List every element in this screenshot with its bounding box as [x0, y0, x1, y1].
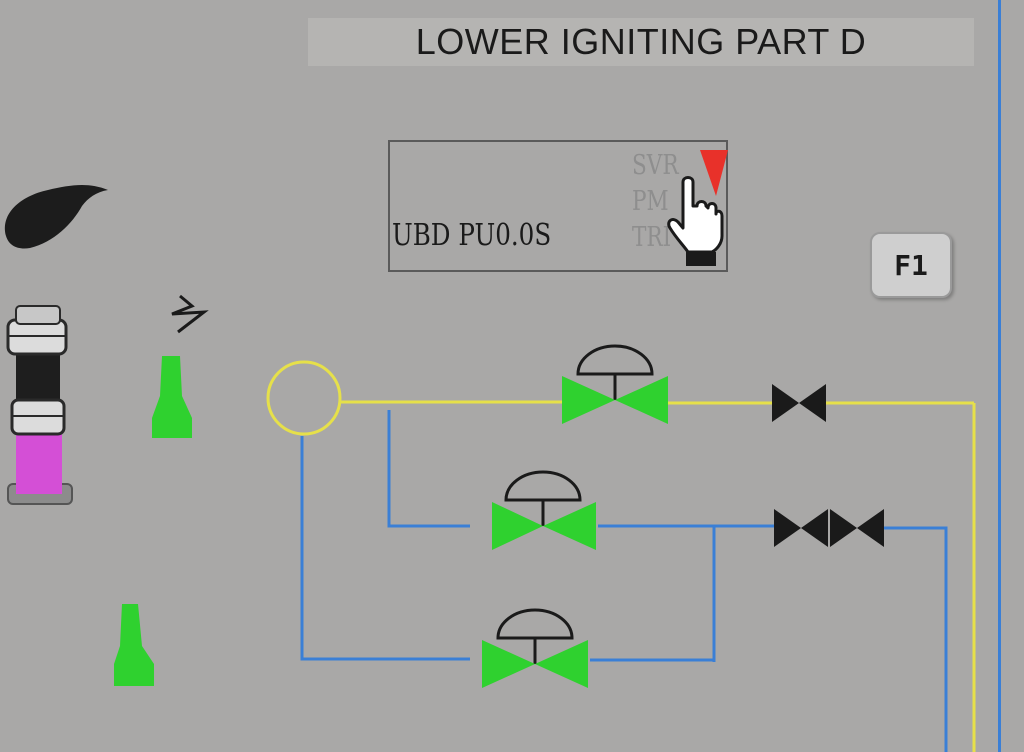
process-diagram	[4, 150, 976, 752]
piping	[300, 400, 976, 752]
shutoff-valve-middle-a[interactable]	[774, 509, 828, 547]
valve-body	[482, 640, 535, 688]
fuel-header-circle[interactable]	[266, 360, 342, 436]
control-valve-upper[interactable]	[562, 344, 668, 424]
valve-body	[615, 376, 668, 424]
valve-body	[543, 502, 596, 550]
valve-actuator	[576, 344, 654, 376]
valve-actuator	[504, 470, 582, 502]
air-line-blue-lower	[300, 436, 470, 661]
burner-icon[interactable]	[114, 604, 154, 686]
flame-scanner[interactable]	[6, 305, 73, 505]
control-valve-middle[interactable]	[492, 470, 596, 550]
air-line-blue-right	[884, 526, 948, 752]
lightning-icon	[171, 294, 209, 334]
air-line-blue-middle	[387, 410, 470, 528]
valve-actuator	[496, 608, 574, 640]
shutoff-valve-upper[interactable]	[772, 384, 826, 422]
igniter-icon[interactable]	[152, 356, 192, 438]
alarm-indicator	[700, 150, 728, 196]
hand-cursor-icon	[667, 176, 724, 266]
valve-body	[562, 376, 615, 424]
shutoff-valve-middle-b[interactable]	[830, 509, 884, 547]
control-valve-lower[interactable]	[482, 608, 588, 688]
valve-body	[492, 502, 543, 550]
flame-icon	[4, 185, 109, 249]
valve-body	[535, 640, 588, 688]
